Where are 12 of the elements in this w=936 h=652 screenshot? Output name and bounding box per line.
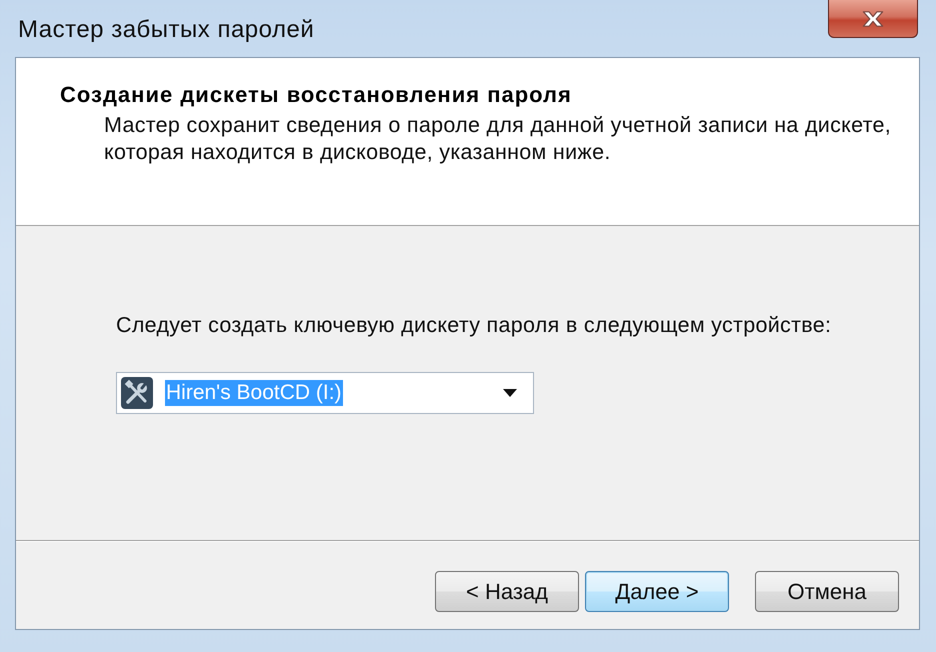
close-icon bbox=[861, 10, 885, 28]
close-button[interactable] bbox=[828, 0, 918, 38]
next-button[interactable]: Далее > bbox=[585, 571, 729, 612]
back-button[interactable]: < Назад bbox=[435, 571, 579, 612]
drive-name: Hiren's BootCD (I:) bbox=[165, 380, 343, 406]
page-description: Мастер сохранит сведения о пароле для данной учетной записи на дискете, которая находится в дисководе, указанном ниже. bbox=[104, 112, 892, 166]
tools-icon bbox=[121, 377, 153, 409]
cancel-button[interactable]: Отмена bbox=[755, 571, 899, 612]
drive-label: Следует создать ключевую дискету пароля в следующем устройстве: bbox=[116, 312, 832, 338]
caret-icon[interactable] bbox=[503, 389, 517, 397]
window-title: Мастер забытых паролей bbox=[18, 16, 314, 44]
page-heading: Создание дискеты восстановления пароля bbox=[60, 81, 573, 109]
